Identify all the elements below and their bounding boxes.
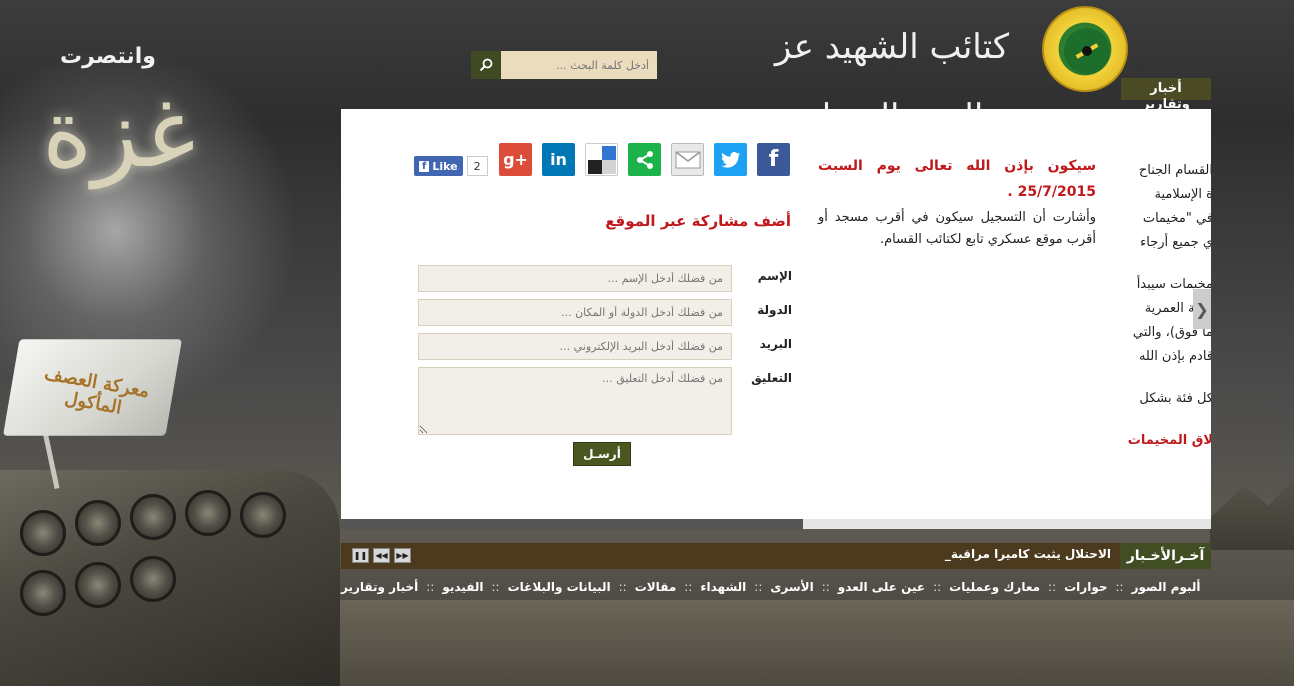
nav-item-news-reports[interactable]: أخبار وتقارير bbox=[341, 580, 418, 594]
tank-image bbox=[0, 470, 340, 686]
chevron-right-icon: ❯ bbox=[1195, 299, 1209, 319]
background-hills bbox=[1210, 478, 1294, 550]
side-article-line: ة الإسلامية bbox=[1154, 187, 1211, 202]
slider-next-arrow[interactable]: ❯ bbox=[1193, 289, 1211, 329]
content-panel: القسام الجناح ة الإسلامية في "مخيمات ي ج… bbox=[341, 109, 1211, 519]
panel-scrollbar[interactable] bbox=[341, 519, 1211, 529]
nav-item-statements[interactable]: البيانات والبلاغات bbox=[508, 580, 611, 594]
nav-separator: :: bbox=[754, 580, 763, 594]
email-icon[interactable] bbox=[671, 143, 704, 176]
logo-emblem-icon bbox=[1064, 28, 1110, 74]
send-button[interactable]: أرسـل bbox=[573, 442, 631, 466]
country-row: الدولة bbox=[412, 299, 792, 326]
nav-item-martyrs[interactable]: الشهداء bbox=[700, 580, 746, 594]
tank-wheel bbox=[75, 500, 121, 546]
tank-wheel bbox=[130, 556, 176, 602]
ticker-label: آخـرالأخـبار bbox=[1120, 543, 1211, 569]
nav-item-eye-on-enemy[interactable]: عين على العدو bbox=[838, 580, 925, 594]
nav-item-interviews[interactable]: حوارات bbox=[1064, 580, 1107, 594]
search-input[interactable] bbox=[501, 51, 657, 79]
like-count: 2 bbox=[466, 156, 488, 176]
country-label: الدولة bbox=[757, 303, 792, 317]
article-body: وأشارت أن التسجيل سيكون في أقرب مسجد أو … bbox=[818, 210, 1096, 247]
email-row: البريد bbox=[412, 333, 792, 360]
name-input[interactable] bbox=[418, 265, 732, 292]
comment-row: التعليق bbox=[412, 367, 792, 435]
nav-separator: :: bbox=[491, 580, 500, 594]
side-article-line: كل فئة بشكل bbox=[1139, 391, 1211, 406]
search-button[interactable] bbox=[471, 51, 501, 79]
gaza-calligraphy: غزة bbox=[42, 77, 196, 189]
brand-title[interactable]: كتائب الشهيد عز الدين القسام bbox=[742, 12, 1042, 137]
article-lead: سيكون بإذن الله تعالى يوم السبت 25/7/201… bbox=[818, 158, 1096, 200]
side-article-line: قادم بإذن الله bbox=[1138, 349, 1211, 364]
nav-separator: :: bbox=[618, 580, 627, 594]
form-title: أضف مشاركة عبر الموقع bbox=[605, 212, 791, 230]
news-ticker: ❚❚ ◀◀ ▶▶ الاحتلال يثبت كاميرا مراقبة_ آخ… bbox=[341, 543, 1211, 569]
nav-item-battles[interactable]: معارك وعمليات bbox=[949, 580, 1040, 594]
nav-separator: :: bbox=[1048, 580, 1057, 594]
country-input[interactable] bbox=[418, 299, 732, 326]
nav-separator: :: bbox=[1115, 580, 1124, 594]
panel-scrollbar-thumb[interactable] bbox=[341, 519, 803, 529]
tank-wheel bbox=[240, 492, 286, 538]
pause-icon[interactable]: ❚❚ bbox=[352, 548, 369, 563]
share-icon[interactable] bbox=[628, 143, 661, 176]
tank-wheel bbox=[130, 494, 176, 540]
side-article-line: في "مخيمات bbox=[1142, 211, 1211, 226]
tab-news-reports[interactable]: أخبار وتقارير bbox=[1121, 78, 1211, 112]
nav-separator: :: bbox=[933, 580, 942, 594]
ticker-controls: ❚❚ ◀◀ ▶▶ bbox=[352, 548, 411, 563]
name-label: الإسم bbox=[757, 269, 792, 283]
search-box bbox=[471, 51, 657, 79]
nav-item-photo-album[interactable]: ألبوم الصور bbox=[1132, 580, 1201, 594]
email-input[interactable] bbox=[418, 333, 732, 360]
qassam-logo[interactable] bbox=[1042, 6, 1128, 92]
nav-separator: :: bbox=[821, 580, 830, 594]
fast-forward-icon[interactable]: ▶▶ bbox=[394, 548, 411, 563]
nav-item-prisoners[interactable]: الأسرى bbox=[770, 580, 813, 594]
tank-wheel bbox=[75, 562, 121, 608]
facebook-like-button[interactable]: f Like bbox=[414, 156, 463, 176]
side-article-line: القسام الجناح bbox=[1138, 163, 1211, 178]
linkedin-icon[interactable]: in bbox=[542, 143, 575, 176]
share-buttons: g+ in f bbox=[499, 143, 790, 176]
twitter-icon[interactable] bbox=[714, 143, 747, 176]
email-label: البريد bbox=[759, 337, 792, 351]
delicious-icon[interactable] bbox=[585, 143, 618, 176]
facebook-f-icon: f bbox=[419, 160, 430, 172]
like-label: Like bbox=[432, 159, 458, 173]
ticker-headline[interactable]: الاحتلال يثبت كاميرا مراقبة_ bbox=[761, 547, 1111, 561]
comment-label: التعليق bbox=[751, 371, 792, 385]
facebook-like-widget[interactable]: f Like 2 bbox=[414, 156, 488, 176]
side-article-line: ي جميع أرجاء bbox=[1140, 235, 1211, 250]
slogan-text: وانتصرت bbox=[60, 44, 156, 69]
nav-item-video[interactable]: الفيديو bbox=[442, 580, 483, 594]
tank-wheel bbox=[20, 570, 66, 616]
side-article-red-line: لاق المخيمات bbox=[1127, 433, 1211, 448]
background-ground bbox=[340, 600, 1294, 686]
rewind-icon[interactable]: ◀◀ bbox=[373, 548, 390, 563]
search-icon bbox=[479, 58, 493, 72]
google-plus-icon[interactable]: g+ bbox=[499, 143, 532, 176]
nav-item-articles[interactable]: مقالات bbox=[635, 580, 677, 594]
name-row: الإسم bbox=[412, 265, 792, 292]
tank-wheel bbox=[20, 510, 66, 556]
facebook-icon[interactable]: f bbox=[757, 143, 790, 176]
comment-textarea[interactable] bbox=[418, 367, 732, 435]
tank-wheel bbox=[185, 490, 231, 536]
bottom-nav: أخبار وتقارير :: الفيديو :: البيانات وال… bbox=[341, 580, 1200, 594]
nav-separator: :: bbox=[684, 580, 693, 594]
nav-separator: :: bbox=[426, 580, 435, 594]
